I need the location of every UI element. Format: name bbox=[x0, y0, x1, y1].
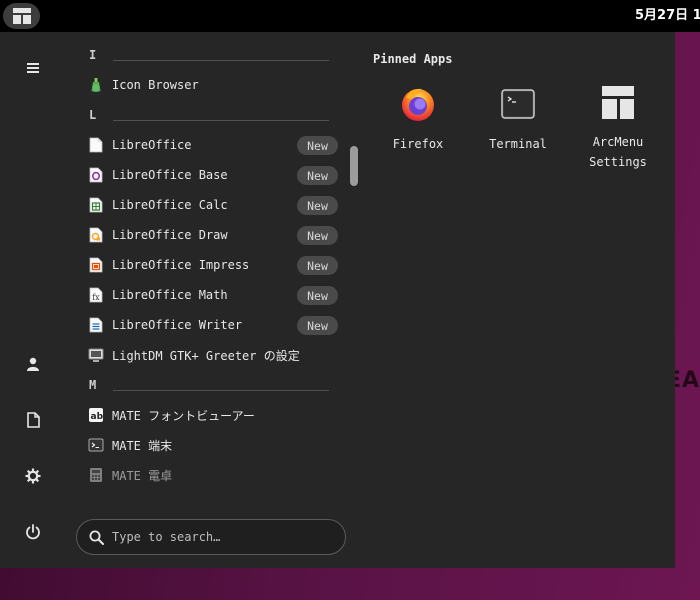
new-badge: New bbox=[297, 286, 338, 305]
new-badge: New bbox=[297, 166, 338, 185]
app-item-mate-terminal[interactable]: MATE 端末 bbox=[82, 430, 350, 460]
section-divider bbox=[113, 390, 329, 391]
sidebar-rail bbox=[0, 32, 66, 568]
app-label: LibreOffice Math bbox=[112, 288, 228, 302]
arcmenu-layout-icon bbox=[602, 86, 634, 119]
section-divider bbox=[113, 120, 329, 121]
search-box[interactable] bbox=[76, 519, 346, 555]
icon-browser-icon bbox=[88, 77, 104, 93]
settings-button[interactable] bbox=[17, 460, 49, 492]
app-item-libreoffice-draw[interactable]: LibreOffice Draw New bbox=[82, 220, 350, 250]
user-button[interactable] bbox=[17, 348, 49, 380]
app-label: LibreOffice bbox=[112, 138, 192, 152]
hamburger-icon bbox=[27, 63, 39, 73]
app-item-lightdm-greeter[interactable]: LightDM GTK+ Greeter の設定 bbox=[82, 340, 350, 370]
libreoffice-impress-icon bbox=[88, 257, 104, 273]
new-badge: New bbox=[297, 136, 338, 155]
app-item-libreoffice-calc[interactable]: LibreOffice Calc New bbox=[82, 190, 350, 220]
app-item-libreoffice-writer[interactable]: LibreOffice Writer New bbox=[82, 310, 350, 340]
clock[interactable]: 5月27日 1 bbox=[635, 0, 700, 32]
app-label: MATE フォントビューアー bbox=[112, 408, 255, 423]
section-header-m: M bbox=[89, 378, 329, 398]
terminal-icon bbox=[88, 437, 104, 453]
terminal-icon bbox=[501, 89, 535, 119]
app-item-libreoffice-math[interactable]: fx LibreOffice Math New bbox=[82, 280, 350, 310]
font-viewer-icon: ab bbox=[88, 407, 104, 423]
app-item-libreoffice-impress[interactable]: LibreOffice Impress New bbox=[82, 250, 350, 280]
section-header-i: I bbox=[89, 48, 329, 68]
app-label: MATE 端末 bbox=[112, 438, 173, 453]
arcmenu-panel: I Icon Browser L LibreOffice New LibreOf… bbox=[0, 32, 675, 568]
new-badge: New bbox=[297, 196, 338, 215]
app-label: LibreOffice Draw bbox=[112, 228, 228, 242]
top-panel: 5月27日 1 bbox=[0, 0, 700, 32]
pinned-apps-title: Pinned Apps bbox=[373, 52, 453, 66]
app-item-libreoffice[interactable]: LibreOffice New bbox=[82, 130, 350, 160]
app-label: LibreOffice Impress bbox=[112, 258, 250, 272]
document-icon bbox=[26, 412, 40, 428]
app-list-scrollbar[interactable] bbox=[350, 146, 358, 186]
app-item-icon-browser[interactable]: Icon Browser bbox=[82, 70, 350, 100]
libreoffice-icon bbox=[88, 137, 104, 153]
search-icon bbox=[89, 530, 104, 545]
new-badge: New bbox=[297, 256, 338, 275]
pinned-app-label: Firefox bbox=[392, 137, 444, 151]
pinned-app-label: Terminal bbox=[489, 137, 547, 151]
pinned-app-label-line2: Settings bbox=[589, 155, 647, 169]
calculator-icon bbox=[88, 467, 104, 483]
power-icon bbox=[26, 524, 40, 540]
app-label: LibreOffice Calc bbox=[112, 198, 228, 212]
documents-button[interactable] bbox=[17, 404, 49, 436]
pinned-app-label: ArcMenu Settings bbox=[589, 132, 647, 172]
libreoffice-writer-icon bbox=[88, 317, 104, 333]
pinned-app-terminal[interactable]: Terminal bbox=[470, 82, 566, 172]
gear-icon bbox=[25, 468, 41, 484]
power-button[interactable] bbox=[17, 516, 49, 548]
search-input[interactable] bbox=[112, 530, 332, 544]
app-label: Icon Browser bbox=[112, 78, 199, 92]
libreoffice-draw-icon bbox=[88, 227, 104, 243]
firefox-icon bbox=[402, 88, 434, 121]
section-header-l: L bbox=[89, 108, 329, 128]
svg-text:fx: fx bbox=[92, 293, 100, 302]
app-label: LibreOffice Base bbox=[112, 168, 228, 182]
libreoffice-base-icon bbox=[88, 167, 104, 183]
hamburger-button[interactable] bbox=[17, 52, 49, 84]
user-icon bbox=[27, 357, 39, 371]
new-badge: New bbox=[297, 226, 338, 245]
libreoffice-math-icon: fx bbox=[88, 287, 104, 303]
svg-text:ab: ab bbox=[91, 412, 104, 422]
app-label: LightDM GTK+ Greeter の設定 bbox=[112, 348, 300, 363]
lightdm-greeter-icon bbox=[88, 347, 104, 363]
pinned-app-arcmenu-settings[interactable]: ArcMenu Settings bbox=[570, 82, 666, 172]
libreoffice-calc-icon bbox=[88, 197, 104, 213]
arcmenu-button[interactable] bbox=[3, 3, 40, 29]
app-item-mate-font-viewer[interactable]: ab MATE フォントビューアー bbox=[82, 400, 350, 430]
app-item-mate-calculator[interactable]: MATE 電卓 bbox=[82, 460, 350, 490]
layout-icon bbox=[12, 8, 31, 24]
new-badge: New bbox=[297, 316, 338, 335]
section-divider bbox=[113, 60, 329, 61]
app-label: LibreOffice Writer bbox=[112, 318, 243, 332]
app-item-libreoffice-base[interactable]: LibreOffice Base New bbox=[82, 160, 350, 190]
app-list[interactable]: I Icon Browser L LibreOffice New LibreOf… bbox=[76, 32, 366, 500]
pinned-app-firefox[interactable]: Firefox bbox=[370, 82, 466, 172]
pinned-app-label-line1: ArcMenu bbox=[592, 135, 644, 149]
app-label: MATE 電卓 bbox=[112, 468, 173, 483]
